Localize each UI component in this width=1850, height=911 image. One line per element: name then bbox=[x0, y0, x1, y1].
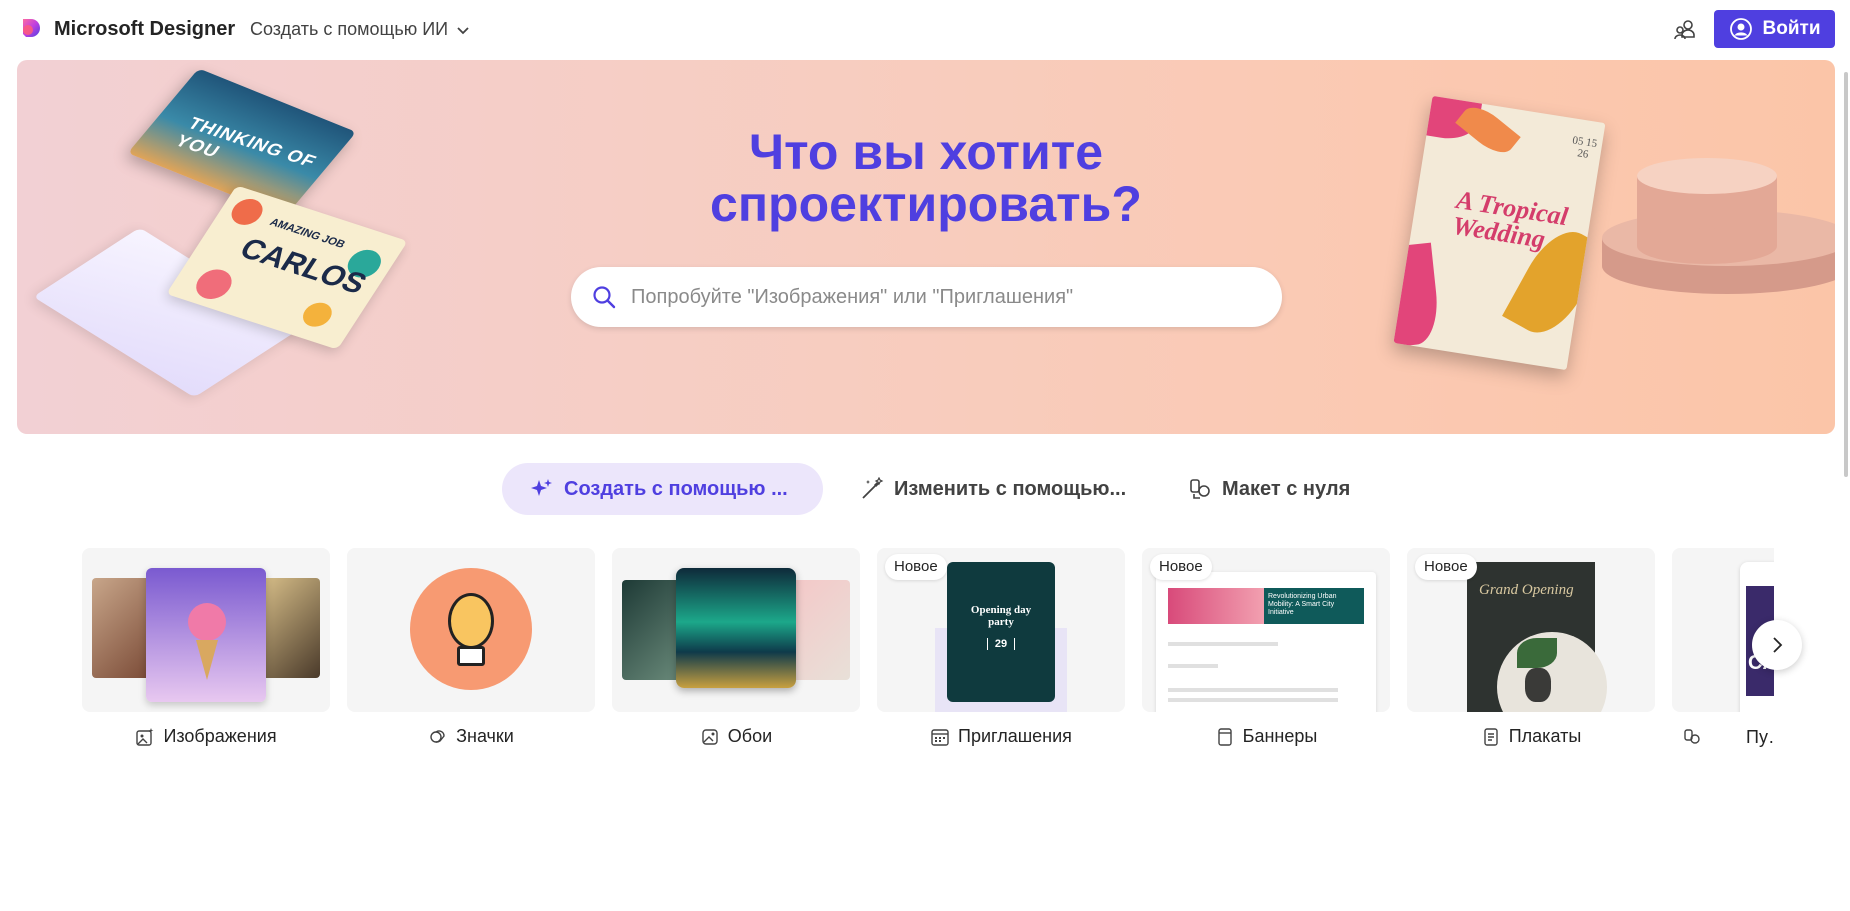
search-box[interactable] bbox=[571, 267, 1282, 327]
layout-icon bbox=[1190, 479, 1210, 499]
search-icon bbox=[593, 286, 616, 309]
category-label-text: Пу… соци… bbox=[1746, 727, 1774, 747]
tab-scratch-label: Макет с нуля bbox=[1222, 477, 1351, 500]
hero-banner: THINKING OF YOU AMAZING JOB CARLOS Что в… bbox=[17, 60, 1835, 434]
card2-text: CARLOS bbox=[233, 232, 373, 301]
banner-card-title: Revolutionizing Urban Mobility: A Smart … bbox=[1268, 593, 1337, 616]
chevron-down-icon bbox=[457, 26, 469, 34]
dot bbox=[297, 299, 338, 331]
posters-thumbnail: Grand Opening Новое bbox=[1407, 548, 1655, 712]
category-label: Приглашения bbox=[877, 726, 1125, 747]
category-label: Пу… соци… bbox=[1672, 726, 1774, 748]
new-badge: Новое bbox=[1415, 554, 1477, 580]
signin-button[interactable]: Войти bbox=[1714, 10, 1835, 48]
create-with-ai-label: Создать с помощью ИИ bbox=[250, 19, 449, 39]
wallpapers-thumbnail bbox=[612, 548, 860, 712]
sticker-icon bbox=[430, 729, 445, 743]
category-label: Обои bbox=[612, 726, 860, 747]
category-label-text: Обои bbox=[727, 726, 773, 746]
top-bar: Microsoft Designer Создать с помощью ИИ … bbox=[0, 0, 1850, 58]
category-label: Значки bbox=[347, 726, 595, 747]
tab-design-from-scratch[interactable]: Макет с нуля bbox=[1160, 463, 1378, 515]
new-badge: Новое bbox=[885, 554, 947, 580]
new-badge: Новое bbox=[1150, 554, 1212, 580]
banners-thumbnail: Revolutionizing Urban Mobility: A Smart … bbox=[1142, 548, 1390, 712]
calendar-icon bbox=[931, 728, 949, 746]
carousel-next-button[interactable] bbox=[1752, 620, 1802, 670]
pedestal-image bbox=[1602, 158, 1835, 294]
invitation-card-date: 29 bbox=[987, 638, 1015, 650]
tab-edit-with-ai[interactable]: Изменить с помощью... bbox=[832, 463, 1154, 515]
social-post-icon bbox=[1684, 729, 1700, 744]
invite-title: A Tropical Wedding bbox=[1450, 185, 1571, 255]
user-circle-icon bbox=[1729, 18, 1752, 40]
invitations-thumbnail: Opening day party 29 Новое bbox=[877, 548, 1125, 712]
category-label-text: Плакаты bbox=[1508, 726, 1582, 746]
tab-create-label: Создать с помощью ... bbox=[564, 477, 788, 500]
sparkle-icon bbox=[531, 479, 552, 496]
page-scrollbar[interactable] bbox=[1842, 60, 1850, 911]
image-sparkle-icon bbox=[136, 727, 154, 746]
category-label-text: Изображения bbox=[163, 726, 277, 746]
chevron-right-icon bbox=[1773, 637, 1783, 653]
poster-icon bbox=[1484, 727, 1498, 746]
invitation-card-title: Opening day party bbox=[970, 604, 1032, 628]
images-thumbnail bbox=[82, 548, 330, 712]
wallpaper-icon bbox=[702, 728, 718, 745]
create-with-ai-dropdown[interactable]: Создать с помощью ИИ bbox=[250, 19, 470, 40]
category-label: Изображения bbox=[82, 726, 330, 747]
category-label: Плакаты bbox=[1407, 726, 1655, 747]
scrollbar-thumb[interactable] bbox=[1844, 72, 1848, 477]
banner-icon bbox=[1217, 727, 1232, 746]
stickers-thumbnail bbox=[347, 548, 595, 712]
magic-wand-icon bbox=[862, 477, 884, 499]
category-label-text: Значки bbox=[456, 726, 514, 746]
people-icon[interactable] bbox=[1672, 17, 1698, 43]
brand-name[interactable]: Microsoft Designer bbox=[54, 18, 235, 41]
category-carousel: Изображения Значки Обои Opening day part… bbox=[82, 548, 1774, 778]
category-label-text: Приглашения bbox=[958, 726, 1072, 746]
tab-create-with-ai[interactable]: Создать с помощью ... bbox=[502, 463, 823, 515]
category-label-text: Баннеры bbox=[1242, 726, 1318, 746]
flower bbox=[1393, 242, 1442, 348]
designer-logo[interactable] bbox=[20, 16, 44, 40]
leaf bbox=[1455, 99, 1521, 161]
poster-card-title: Grand Opening bbox=[1479, 582, 1574, 598]
tropical-wedding-invite-image: 05 15 26 A Tropical Wedding bbox=[1393, 95, 1606, 371]
signin-label: Войти bbox=[1762, 18, 1821, 39]
search-input[interactable] bbox=[631, 267, 1251, 327]
category-label: Баннеры bbox=[1142, 726, 1390, 747]
tab-edit-label: Изменить с помощью... bbox=[894, 477, 1127, 500]
dot bbox=[189, 265, 239, 304]
